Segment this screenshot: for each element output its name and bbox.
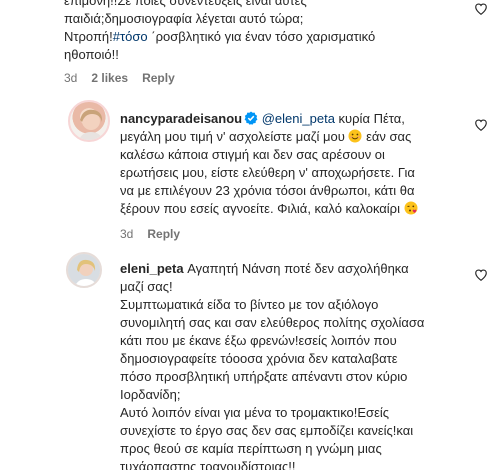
avatar[interactable] [68, 100, 110, 142]
comment-text: εάν σας [362, 129, 412, 144]
comment-text-line: nancyparadeisanou @eleni_peta κυρία Πέτα… [120, 110, 405, 128]
comment-text-line: επιμονή!!Σε ποιες συνεντεύξεις είναι αυτ… [64, 0, 307, 8]
comment-text-line: συνομιλητή σας και σαν ελεύθερος πολίτης… [120, 315, 425, 330]
heart-outline-icon[interactable] [474, 268, 488, 282]
verified-badge-icon [244, 111, 258, 125]
comment-timestamp: 3d [64, 71, 78, 85]
avatar-image [68, 254, 100, 286]
comment-text-line: συνεχίστε το έργο σας δεν σας εμποδίζει … [120, 423, 414, 438]
avatar[interactable] [66, 252, 102, 288]
avatar-image [79, 109, 103, 140]
comment-meta: 3d 2 likes Reply [64, 71, 175, 85]
hashtag-link[interactable]: #τόσο [113, 29, 148, 44]
comment-text: κυρία Πέτα, [334, 111, 405, 126]
smiling-face-emoji [348, 129, 362, 143]
comment-text: ΄ροσβλητικό για έναν τόσο χαρισματικό [147, 29, 376, 44]
comment-text-line: προς θεού σε καμία περίπτωση η γνώμη μια… [120, 441, 382, 456]
comment-text-line: Ιορδανίδη; [120, 387, 181, 402]
comment-text: Αγαπητή Νάνση ποτέ δεν ασχολήθηκα [183, 261, 409, 276]
comment-text: Ντροπή! [64, 29, 113, 44]
heart-outline-icon[interactable] [474, 118, 488, 132]
comment-text-line: μεγάλη μου τιμή ν' ασχολείστε μαζί μου ε… [120, 128, 411, 146]
comment-text-line: Αυτό λοιπόν είναι για μένα το τρομακτικο… [120, 405, 390, 420]
comment-text-line: τυχάρπαστης τραγουδίστριας!! [120, 459, 296, 470]
heart-outline-icon[interactable] [474, 2, 488, 16]
comment-text-line: καλέσω κάποια στιγμή και δεν σας αρέσουν… [120, 147, 385, 162]
reply-button[interactable]: Reply [147, 227, 180, 241]
comment-text-line: ερωτήσεις μου, είστε ελεύθερη ν' αποχωρή… [120, 165, 415, 180]
comment-text-line: ξέρουν που εσείς αγνοείτε. Φιλιά, καλό κ… [120, 200, 418, 218]
comment-text-line: Ντροπή!#τόσο ΄ροσβλητικό για έναν τόσο χ… [64, 28, 375, 46]
comment-text: μεγάλη μου τιμή ν' ασχολείστε μαζί μου [120, 129, 345, 144]
face-blowing-kiss-emoji [404, 201, 418, 215]
comment-text-line: μαζί σας! [120, 279, 173, 294]
comment-text-line: παιδιά;δημοσιογραφία λέγεται αυτό τώρα; [64, 11, 304, 26]
comment-text-line: πόσο προσβλητική υπήρξατε απέναντι στον … [120, 369, 408, 384]
comment-text-line: να με επιλέγουν 23 χρόνια τόσοι άνθρωποι… [120, 183, 415, 198]
comment-text: ξέρουν που εσείς αγνοείτε. Φιλιά, καλό κ… [120, 201, 400, 216]
comment-timestamp: 3d [120, 227, 134, 241]
comment-meta: 3d Reply [120, 227, 180, 241]
comment-text-line: eleni_peta Αγαπητή Νάνση ποτέ δεν ασχολή… [120, 260, 409, 278]
comment-text-line: ηθοποιό!! [64, 47, 119, 62]
mention-link[interactable]: @eleni_peta [262, 111, 335, 126]
comment-text-line: κάτι που με έκανε έξω φρενών!εσείς λοιπό… [120, 333, 397, 348]
reply-button[interactable]: Reply [142, 71, 175, 85]
like-count-link[interactable]: 2 likes [91, 71, 128, 85]
comment-text-line: δημοσιογραφείτε τόοοσα χρόνια δεν καταλα… [120, 351, 398, 366]
comment-username[interactable]: nancyparadeisanou [120, 111, 242, 126]
comment-username[interactable]: eleni_peta [120, 261, 184, 276]
comment-text-line: Συμπτωματικά είδα το βίντεο με τον αξιόλ… [120, 297, 379, 312]
